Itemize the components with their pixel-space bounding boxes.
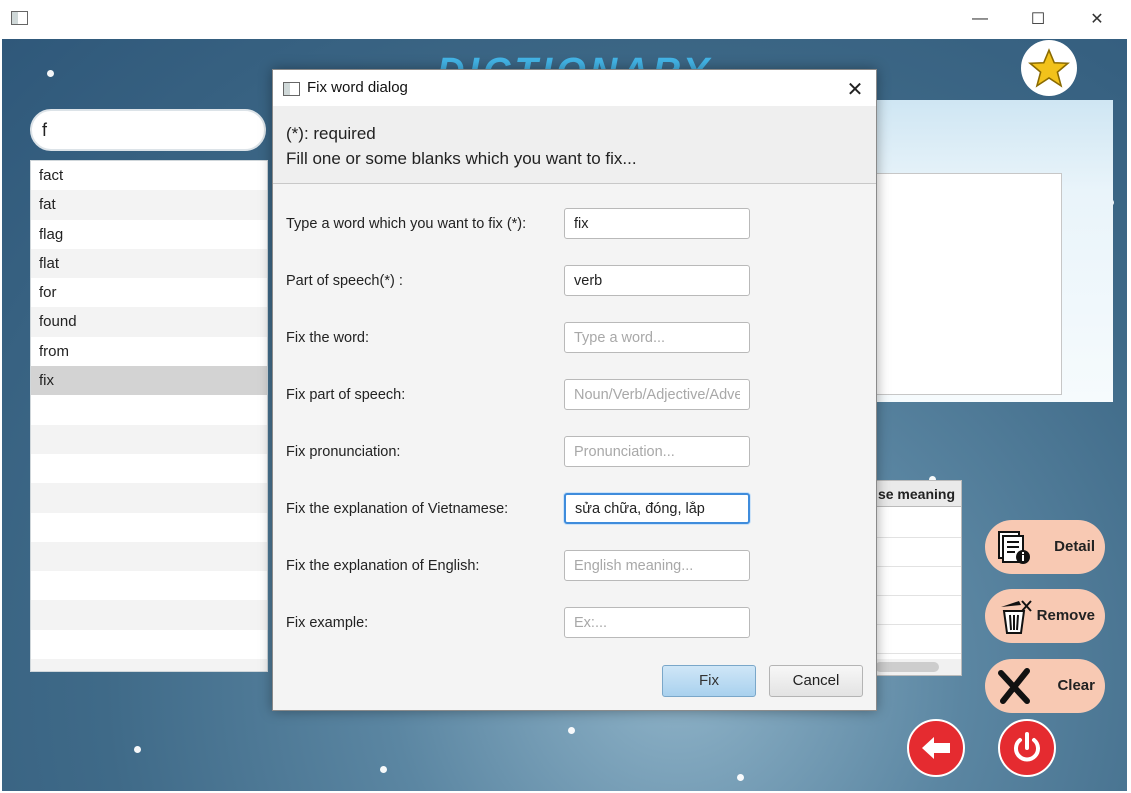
label-fix-pronunciation: Fix pronunciation: xyxy=(286,444,401,460)
table-row[interactable] xyxy=(875,624,961,654)
power-icon xyxy=(1014,732,1040,762)
fix-word-dialog: Fix word dialog ✕ (*): required Fill one… xyxy=(272,69,877,711)
empty-list-row xyxy=(31,483,267,513)
snow-dot xyxy=(380,766,387,773)
list-item[interactable]: for xyxy=(31,278,267,307)
part-of-speech-input[interactable] xyxy=(564,265,750,296)
detail-button[interactable]: Detail xyxy=(985,520,1105,574)
empty-list-row xyxy=(31,659,267,671)
label-fix-word: Fix the word: xyxy=(286,330,369,346)
empty-list-row xyxy=(31,424,267,454)
label-fix-part-of-speech: Fix part of speech: xyxy=(286,387,406,403)
word-list[interactable]: fact fat flag flat for found from fix xyxy=(30,160,268,672)
fix-button[interactable]: Fix xyxy=(662,665,756,697)
fix-english-input[interactable] xyxy=(564,550,750,581)
label-fix-example: Fix example: xyxy=(286,615,369,631)
empty-list-row xyxy=(31,571,267,600)
trash-icon xyxy=(1001,600,1032,634)
table-header-meaning[interactable]: se meaning xyxy=(875,481,961,507)
clear-button[interactable]: Clear xyxy=(985,659,1105,713)
list-item[interactable]: fat xyxy=(31,190,267,220)
required-note: (*): required xyxy=(286,124,376,143)
back-button[interactable] xyxy=(907,719,965,777)
meaning-text-area[interactable] xyxy=(873,173,1062,395)
search-input[interactable]: f xyxy=(30,109,266,151)
fix-pronunciation-input[interactable] xyxy=(564,436,750,467)
instruction-text: Fill one or some blanks which you want t… xyxy=(286,149,637,168)
list-item[interactable]: flat xyxy=(31,248,267,279)
clear-label: Clear xyxy=(1057,677,1095,694)
main-window-titlebar: — ☐ ✕ xyxy=(0,0,1131,39)
snow-dot xyxy=(134,746,141,753)
table-row[interactable] xyxy=(875,508,961,538)
label-fix-english: Fix the explanation of English: xyxy=(286,558,480,574)
empty-list-row xyxy=(31,454,267,483)
table-row[interactable] xyxy=(875,595,961,625)
label-part-of-speech: Part of speech(*) : xyxy=(286,273,403,289)
dialog-close-button[interactable]: ✕ xyxy=(842,76,868,102)
table-row[interactable] xyxy=(875,537,961,567)
x-icon xyxy=(998,668,1030,704)
exit-button[interactable] xyxy=(998,719,1056,777)
snow-dot xyxy=(737,774,744,781)
empty-list-row xyxy=(31,395,267,424)
dialog-title: Fix word dialog xyxy=(307,79,408,96)
remove-label: Remove xyxy=(1036,607,1095,624)
empty-list-row xyxy=(31,630,267,659)
snow-dot xyxy=(47,70,54,77)
word-to-fix-input[interactable] xyxy=(564,208,750,239)
dialog-app-icon xyxy=(283,82,300,96)
app-icon xyxy=(11,11,28,25)
empty-list-row xyxy=(31,513,267,542)
back-arrow-icon xyxy=(922,737,950,759)
star-icon xyxy=(1028,48,1070,88)
fix-part-of-speech-input[interactable] xyxy=(564,379,750,410)
empty-list-row xyxy=(31,600,267,630)
scrollbar-thumb[interactable] xyxy=(875,662,939,672)
list-item[interactable]: from xyxy=(31,337,267,366)
list-item[interactable]: fact xyxy=(31,161,267,190)
list-item[interactable]: flag xyxy=(31,220,267,249)
table-row[interactable] xyxy=(875,566,961,596)
fix-example-input[interactable] xyxy=(564,607,750,638)
fix-vietnamese-input[interactable] xyxy=(564,493,750,524)
dialog-header: (*): required Fill one or some blanks wh… xyxy=(273,106,876,184)
list-item[interactable]: fix xyxy=(31,366,267,396)
detail-label: Detail xyxy=(1054,538,1095,555)
maximize-button[interactable]: ☐ xyxy=(1018,6,1058,32)
minimize-button[interactable]: — xyxy=(960,6,1000,32)
list-item[interactable]: found xyxy=(31,307,267,337)
remove-button[interactable]: Remove xyxy=(985,589,1105,643)
favorite-button[interactable] xyxy=(1021,40,1077,96)
close-button[interactable]: ✕ xyxy=(1077,6,1117,32)
detail-icon xyxy=(998,531,1030,564)
dialog-titlebar: Fix word dialog ✕ xyxy=(273,70,876,106)
snow-dot xyxy=(568,727,575,734)
empty-list-row xyxy=(31,541,267,572)
fix-word-input[interactable] xyxy=(564,322,750,353)
label-fix-vietnamese: Fix the explanation of Vietnamese: xyxy=(286,501,509,517)
label-word-to-fix: Type a word which you want to fix (*): xyxy=(286,216,527,232)
cancel-button[interactable]: Cancel xyxy=(769,665,863,697)
